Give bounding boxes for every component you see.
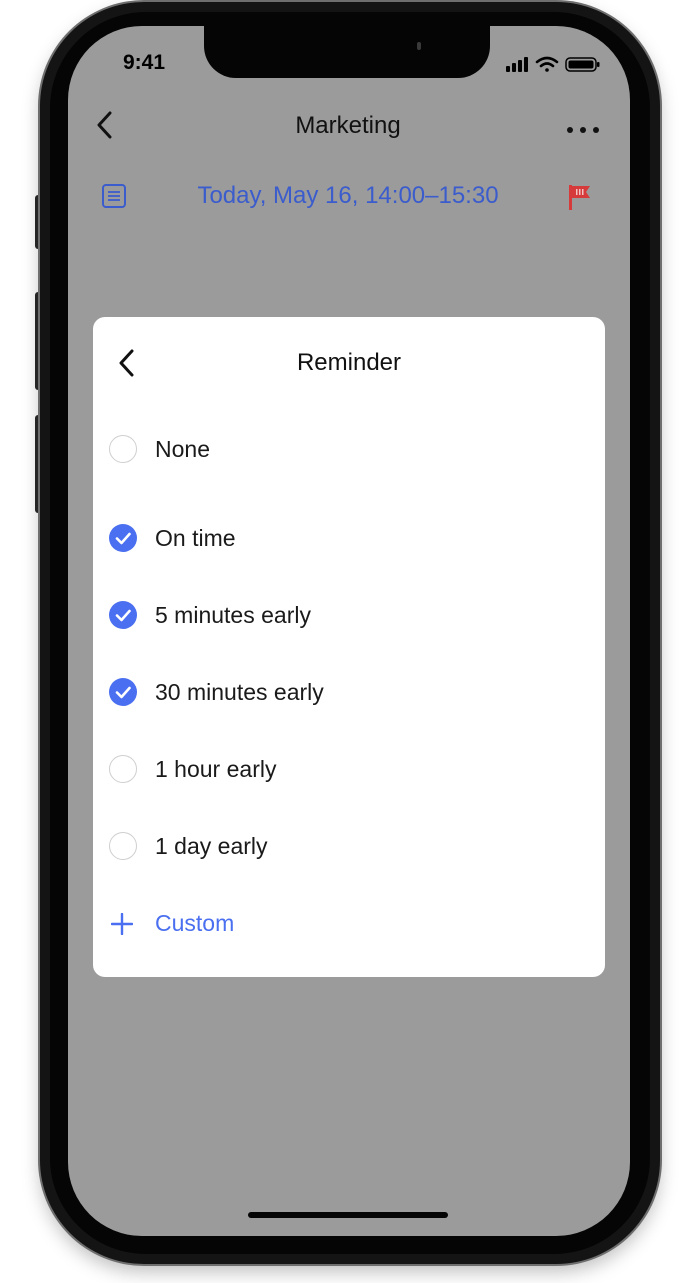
more-button[interactable] — [564, 122, 604, 133]
radio-checked-icon[interactable] — [109, 601, 137, 629]
chevron-left-icon — [97, 111, 112, 139]
event-datetime[interactable]: Today, May 16, 14:00–15:30 — [168, 182, 528, 210]
flag-icon[interactable] — [566, 183, 592, 211]
reminder-option-1-day[interactable]: 1 day early — [93, 820, 605, 872]
option-label: On time — [155, 525, 236, 551]
option-label: 1 day early — [155, 833, 268, 859]
status-icons — [504, 54, 604, 74]
option-label: 5 minutes early — [155, 602, 311, 628]
option-label: 30 minutes early — [155, 679, 324, 705]
radio-unchecked-icon[interactable] — [109, 832, 137, 860]
radio-checked-icon[interactable] — [109, 524, 137, 552]
back-button[interactable] — [94, 110, 120, 140]
radio-unchecked-icon[interactable] — [109, 435, 137, 463]
reminder-back-button[interactable] — [117, 348, 137, 378]
radio-checked-icon[interactable] — [109, 678, 137, 706]
chevron-left-icon — [119, 349, 134, 377]
reminder-option-none[interactable]: None — [93, 423, 605, 475]
reminder-option-1-hour[interactable]: 1 hour early — [93, 743, 605, 795]
reminder-option-5-minutes[interactable]: 5 minutes early — [93, 589, 605, 641]
radio-unchecked-icon[interactable] — [109, 755, 137, 783]
screen: 9:41 Marketing Today, May 16, 14:00–15:3… — [68, 26, 630, 1236]
reminder-sheet: Reminder None On time 5 minutes early 30… — [93, 317, 605, 977]
status-time: 9:41 — [122, 51, 166, 74]
notch — [204, 26, 490, 78]
more-horizontal-icon — [567, 127, 599, 133]
page-title: Marketing — [295, 112, 401, 139]
reminder-title: Reminder — [296, 349, 402, 376]
reminder-option-on-time[interactable]: On time — [93, 512, 605, 564]
option-label: None — [155, 436, 210, 462]
plus-icon — [111, 913, 133, 935]
option-label: 1 hour early — [155, 756, 277, 782]
front-camera — [417, 42, 421, 50]
custom-reminder-button[interactable]: Custom — [93, 897, 605, 949]
wifi-icon — [535, 56, 559, 72]
signal-icon — [506, 57, 528, 72]
notes-icon[interactable] — [101, 183, 127, 209]
home-indicator — [248, 1212, 448, 1218]
battery-icon — [565, 57, 600, 72]
reminder-option-30-minutes[interactable]: 30 minutes early — [93, 666, 605, 718]
custom-label: Custom — [155, 910, 235, 936]
